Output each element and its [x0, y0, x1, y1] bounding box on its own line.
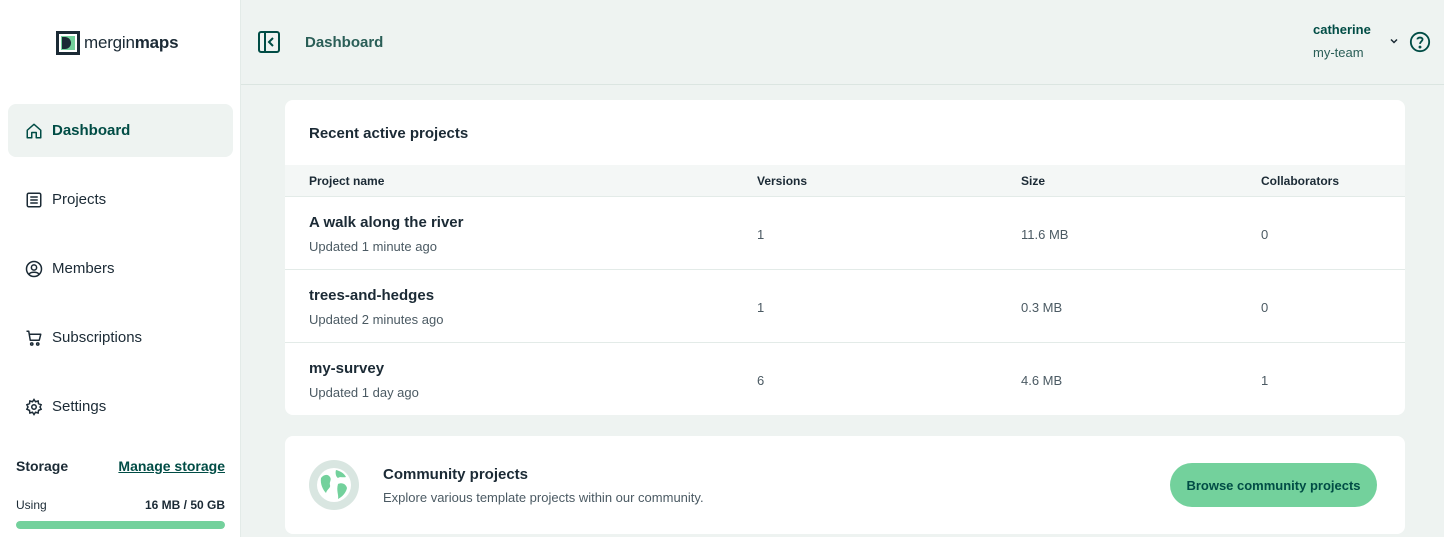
chevron-down-icon — [1390, 38, 1398, 44]
project-size: 0.3 MB — [1021, 300, 1063, 315]
community-projects-card: Community projects Explore various templ… — [285, 436, 1405, 534]
card-title: Recent active projects — [309, 125, 469, 142]
project-size: 11.6 MB — [1021, 227, 1069, 242]
main-content: Dashboard catherine my-team Recent activ… — [241, 0, 1444, 537]
storage-using-label: Using — [16, 498, 47, 512]
user-circle-icon — [24, 259, 44, 279]
collapse-sidebar-icon[interactable] — [258, 30, 280, 54]
breadcrumb[interactable]: Dashboard — [305, 34, 383, 51]
sidebar-item-label: Projects — [52, 191, 107, 208]
sidebar-item-dashboard[interactable]: Dashboard — [8, 104, 233, 157]
project-updated: Updated 2 minutes ago — [309, 312, 444, 327]
sidebar-item-label: Subscriptions — [52, 329, 143, 346]
table-row[interactable]: A walk along the river Updated 1 minute … — [285, 197, 1405, 270]
storage-title: Storage — [16, 458, 69, 474]
project-name[interactable]: trees-and-hedges — [309, 287, 434, 304]
mergin-maps-logo[interactable]: merginmaps — [56, 31, 179, 55]
storage-progress-fill — [16, 521, 225, 529]
browse-community-projects-button[interactable]: Browse community projects — [1170, 463, 1377, 507]
sidebar-item-projects[interactable]: Projects — [8, 173, 233, 226]
table-row[interactable]: my-survey Updated 1 day ago 6 4.6 MB 1 — [285, 343, 1405, 415]
storage-using-value: 16 MB / 50 GB — [144, 498, 225, 512]
table-header: Project name Versions Size Collaborators — [285, 165, 1405, 197]
sidebar-item-members[interactable]: Members — [8, 242, 233, 295]
storage-progress-bar — [16, 521, 225, 529]
help-icon[interactable] — [1409, 31, 1431, 53]
sidebar-item-settings[interactable]: Settings — [8, 380, 233, 433]
recent-projects-card: Recent active projects Project name Vers… — [285, 100, 1405, 415]
user-name: catherine — [1313, 22, 1371, 37]
community-title: Community projects — [383, 466, 529, 483]
logo-icon — [56, 31, 80, 55]
project-collaborators: 0 — [1261, 300, 1269, 315]
community-description: Explore various template projects within… — [383, 490, 704, 505]
globe-icon — [309, 460, 359, 510]
sidebar-item-label: Settings — [52, 398, 107, 415]
cart-icon — [24, 328, 44, 348]
project-updated: Updated 1 day ago — [309, 385, 419, 400]
table-row[interactable]: trees-and-hedges Updated 2 minutes ago 1… — [285, 270, 1405, 343]
manage-storage-link[interactable]: Manage storage — [118, 458, 225, 474]
sidebar: merginmaps Dashboard Projects Members Su… — [0, 0, 241, 537]
column-header-versions[interactable]: Versions — [757, 174, 807, 188]
sidebar-item-label: Members — [52, 260, 115, 277]
project-updated: Updated 1 minute ago — [309, 239, 437, 254]
project-versions: 6 — [757, 373, 765, 388]
storage-panel: Storage Manage storage Using 16 MB / 50 … — [16, 458, 225, 529]
logo-text: merginmaps — [84, 33, 179, 52]
gear-icon — [24, 397, 44, 417]
user-menu[interactable]: catherine my-team — [1313, 22, 1399, 60]
list-icon — [24, 190, 44, 210]
sidebar-item-label: Dashboard — [52, 122, 131, 139]
project-name[interactable]: my-survey — [309, 360, 384, 377]
project-collaborators: 0 — [1261, 227, 1269, 242]
top-bar: Dashboard catherine my-team — [241, 0, 1444, 85]
project-collaborators: 1 — [1261, 373, 1269, 388]
column-header-collaborators[interactable]: Collaborators — [1261, 174, 1339, 188]
user-team: my-team — [1313, 45, 1364, 60]
project-versions: 1 — [757, 300, 765, 315]
sidebar-nav: Dashboard Projects Members Subscriptions — [8, 104, 233, 449]
project-size: 4.6 MB — [1021, 373, 1063, 388]
project-versions: 1 — [757, 227, 765, 242]
column-header-size[interactable]: Size — [1021, 174, 1045, 188]
column-header-project-name[interactable]: Project name — [309, 174, 384, 188]
project-name[interactable]: A walk along the river — [309, 214, 464, 231]
sidebar-item-subscriptions[interactable]: Subscriptions — [8, 311, 233, 364]
home-icon — [24, 121, 44, 141]
